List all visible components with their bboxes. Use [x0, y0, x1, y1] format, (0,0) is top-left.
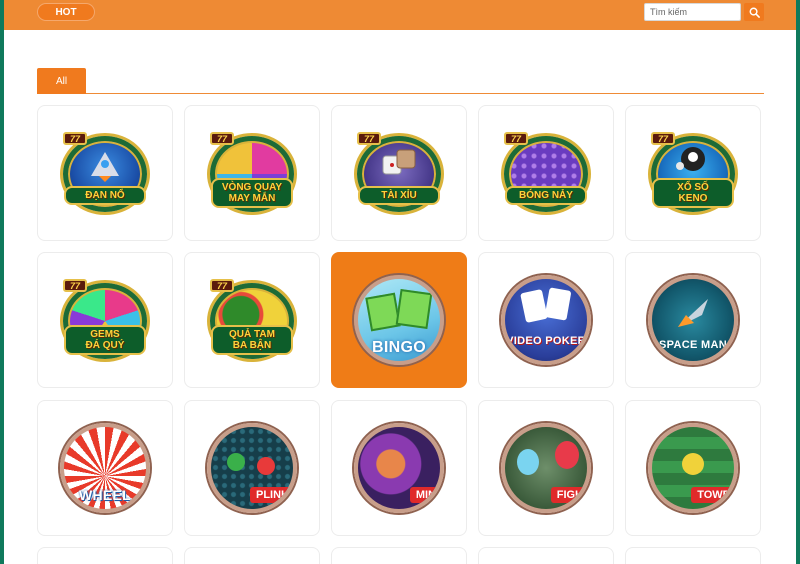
game-card-tai-xiu[interactable]: Tài Xỉu 77 TÀI XỈU	[331, 105, 467, 241]
game-logo: 77 XỔ SỐ KENO	[648, 128, 738, 218]
game-logo: 77 TÀI XỈU	[354, 128, 444, 218]
badge-77: 77	[210, 132, 234, 145]
game-title: SPACE MAN	[659, 339, 727, 351]
monster	[517, 449, 539, 475]
page-frame: HOT All Đạn Nổ 77 ĐẠN NỔ Vòng Quay May M…	[4, 0, 796, 564]
game-title: TÀI XỈU	[358, 186, 440, 205]
category-tabs: All	[37, 68, 764, 94]
game-card-space-man[interactable]: Space Man SPACE MAN	[625, 252, 761, 388]
game-card-qua-tam[interactable]: Quả Tam Ba Bận 77 QUẢ TAM BA BẬN	[184, 252, 320, 388]
rocket-icon	[91, 152, 119, 182]
badge-77: 77	[63, 279, 87, 292]
bingo-card	[365, 292, 401, 332]
game-card-placeholder[interactable]	[184, 547, 320, 564]
game-title: BINGO	[372, 339, 426, 356]
game-logo: SPACE MAN	[648, 275, 738, 365]
game-logo: 77 ĐẠN NỔ	[60, 128, 150, 218]
game-logo: 77 BÓNG NẢY	[501, 128, 591, 218]
game-card-placeholder[interactable]	[625, 547, 761, 564]
game-title: MIN	[409, 487, 440, 503]
rocket-icon	[678, 299, 708, 327]
game-title: VÒNG QUAY MAY MẮN	[211, 178, 293, 208]
game-logo: BINGO	[354, 275, 444, 365]
monster	[682, 453, 704, 475]
game-card-placeholder[interactable]	[478, 547, 614, 564]
ball	[257, 457, 275, 475]
badge-77: 77	[651, 132, 675, 145]
playing-card	[520, 289, 548, 323]
game-title: GEMS ĐÁ QUÝ	[64, 325, 146, 355]
game-card-gems[interactable]: Gems Đá Quý 77 GEMS ĐÁ QUÝ	[37, 252, 173, 388]
game-card-fight[interactable]: Fight FIGH	[478, 400, 614, 536]
game-card-dan-no[interactable]: Đạn Nổ 77 ĐẠN NỔ	[37, 105, 173, 241]
game-card-wheel[interactable]: Wheel WHEEL	[37, 400, 173, 536]
game-logo: FIGH	[501, 423, 591, 513]
search-icon	[749, 7, 760, 18]
game-title: TOWE	[691, 487, 734, 503]
game-logo: TOWE	[648, 423, 738, 513]
game-title: FIGH	[550, 487, 587, 503]
badge-77: 77	[504, 132, 528, 145]
game-card-vong-quay[interactable]: Vòng Quay May Mắn 77 VÒNG QUAY MAY MẮN	[184, 105, 320, 241]
hot-button[interactable]: HOT	[37, 3, 95, 21]
playing-card	[544, 287, 572, 321]
game-logo: MIN	[354, 423, 444, 513]
game-title: VIDEO POKER	[506, 335, 586, 347]
game-logo: 77 QUẢ TAM BA BẬN	[207, 275, 297, 365]
badge-77: 77	[357, 132, 381, 145]
game-card-plinko[interactable]: Plinko PLINK	[184, 400, 320, 536]
game-card-xo-so-keno[interactable]: Xổ Số Keno 77 XỔ SỐ KENO	[625, 105, 761, 241]
badge-77: 77	[63, 132, 87, 145]
tab-all[interactable]: All	[37, 68, 86, 94]
game-title: WHEEL	[78, 487, 132, 503]
game-card-bong-nay[interactable]: Bóng Nảy 77 BÓNG NẢY	[478, 105, 614, 241]
game-title: BÓNG NẢY	[505, 186, 587, 205]
ball-icon	[676, 147, 705, 171]
dice-icon	[382, 149, 416, 175]
search-input[interactable]	[644, 3, 741, 21]
monster	[555, 441, 579, 469]
search-button[interactable]	[744, 3, 764, 21]
bingo-card	[395, 288, 433, 330]
game-title: PLINK	[250, 487, 293, 503]
game-title: QUẢ TAM BA BẬN	[211, 325, 293, 355]
game-logo: PLINK	[207, 423, 297, 513]
game-card-placeholder[interactable]	[331, 547, 467, 564]
game-logo: 77 VÒNG QUAY MAY MẮN	[207, 128, 297, 218]
badge-77: 77	[210, 279, 234, 292]
game-logo: 77 GEMS ĐÁ QUÝ	[60, 275, 150, 365]
game-logo: VIDEO POKER	[501, 275, 591, 365]
game-card-mines[interactable]: Mines MIN	[331, 400, 467, 536]
top-bar: HOT	[4, 0, 796, 30]
game-card-bingo[interactable]: Bingo BINGO	[331, 252, 467, 388]
ball	[227, 453, 245, 471]
game-card-video-poker[interactable]: Video Poker VIDEO POKER	[478, 252, 614, 388]
game-card-tower[interactable]: Tower TOWE	[625, 400, 761, 536]
game-title: ĐẠN NỔ	[64, 186, 146, 205]
game-logo: WHEEL	[60, 423, 150, 513]
game-card-placeholder[interactable]	[37, 547, 173, 564]
game-title: XỔ SỐ KENO	[652, 178, 734, 208]
